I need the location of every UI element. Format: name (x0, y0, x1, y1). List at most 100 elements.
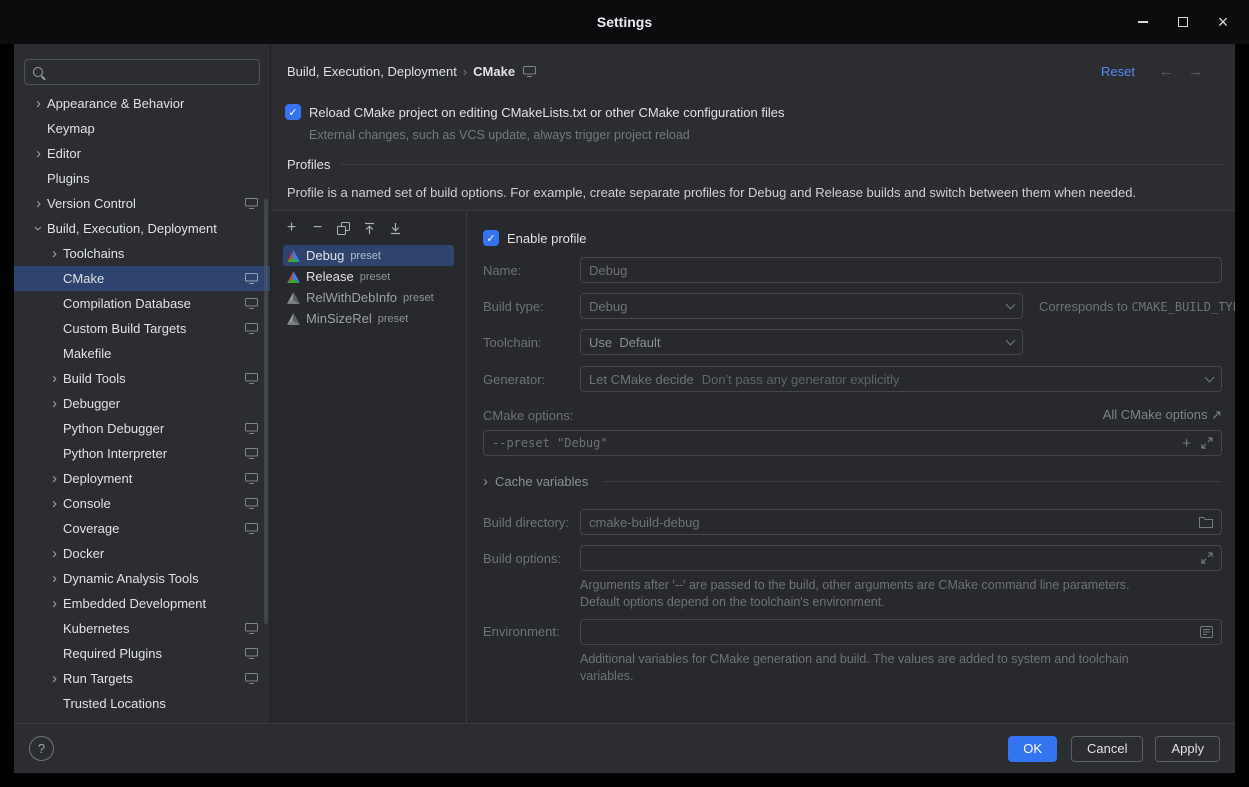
chevron-right-icon[interactable] (46, 571, 63, 586)
name-field[interactable]: Debug (580, 257, 1222, 283)
minimize-button[interactable] (1135, 14, 1151, 30)
sidebar-item-run-targets[interactable]: Run Targets (14, 666, 270, 691)
help-button[interactable]: ? (29, 736, 54, 761)
per-project-settings-icon (245, 198, 258, 209)
cmake-options-label: CMake options: (483, 408, 573, 423)
per-project-settings-icon (245, 498, 258, 509)
chevron-right-icon[interactable] (46, 246, 63, 261)
section-divider (340, 164, 1223, 165)
sidebar-item-compilation-database[interactable]: Compilation Database (14, 291, 270, 316)
profiles-toolbar: + − (271, 211, 466, 243)
ok-button[interactable]: OK (1008, 736, 1057, 762)
sidebar-item-editor[interactable]: Editor (14, 141, 270, 166)
cmake-options-header: CMake options: All CMake options ↗ (483, 406, 1222, 424)
chevron-right-icon[interactable] (30, 96, 47, 111)
expand-editor-icon[interactable] (1201, 552, 1213, 564)
profiles-list-panel: + − Debug preset Release preset (271, 211, 467, 723)
add-option-icon[interactable]: + (1182, 436, 1191, 451)
sidebar-item-embedded-development[interactable]: Embedded Development (14, 591, 270, 616)
checkbox-checked-icon[interactable] (483, 230, 499, 246)
sidebar-item-cmake[interactable]: CMake (14, 266, 270, 291)
toolchain-label: Toolchain: (483, 335, 580, 350)
generator-select[interactable]: Let CMake decide Don't pass any generato… (580, 366, 1222, 392)
cache-variables-toggle[interactable]: › Cache variables (483, 472, 1222, 490)
breadcrumb-parent[interactable]: Build, Execution, Deployment (287, 64, 457, 79)
profile-item-relwithdebinfo[interactable]: RelWithDebInfo preset (283, 287, 454, 308)
chevron-right-icon[interactable] (46, 596, 63, 611)
settings-tree: Appearance & Behavior Keymap Editor Plug… (14, 91, 270, 723)
sidebar-item-plugins[interactable]: Plugins (14, 166, 270, 191)
profile-item-debug[interactable]: Debug preset (283, 245, 454, 266)
environment-field[interactable] (580, 619, 1222, 645)
back-arrow-icon[interactable]: ← (1159, 63, 1174, 80)
cancel-button[interactable]: Cancel (1071, 736, 1143, 762)
sidebar-item-build-execution-deployment[interactable]: Build, Execution, Deployment (14, 216, 270, 241)
chevron-right-icon[interactable] (46, 371, 63, 386)
close-button[interactable] (1215, 14, 1231, 30)
window-controls (1135, 0, 1231, 44)
chevron-down-icon[interactable] (30, 221, 47, 236)
toolchain-select[interactable]: Use Default (580, 329, 1023, 355)
add-profile-button[interactable]: + (283, 220, 300, 237)
chevron-right-icon[interactable] (30, 196, 47, 211)
move-up-button[interactable] (361, 220, 378, 237)
maximize-button[interactable] (1175, 14, 1191, 30)
per-project-settings-icon (245, 273, 258, 284)
profiles-description: Profile is a named set of build options.… (287, 185, 1219, 200)
build-directory-field[interactable]: cmake-build-debug (580, 509, 1222, 535)
sidebar-scrollbar[interactable] (264, 199, 268, 624)
build-type-select[interactable]: Debug (580, 293, 1023, 319)
sidebar-item-trusted-locations[interactable]: Trusted Locations (14, 691, 270, 716)
dropdown-arrow-icon (1006, 299, 1016, 309)
sidebar-item-required-plugins[interactable]: Required Plugins (14, 641, 270, 666)
sidebar-item-console[interactable]: Console (14, 491, 270, 516)
chevron-right-icon: › (483, 474, 488, 489)
chevron-right-icon[interactable] (46, 471, 63, 486)
chevron-right-icon[interactable] (46, 396, 63, 411)
sidebar-item-appearance-behavior[interactable]: Appearance & Behavior (14, 91, 270, 116)
enable-profile-row[interactable]: Enable profile (483, 225, 1222, 251)
chevron-right-icon[interactable] (46, 671, 63, 686)
folder-icon[interactable] (1199, 516, 1213, 528)
forward-arrow-icon[interactable]: → (1188, 63, 1203, 80)
titlebar: Settings (0, 0, 1249, 44)
copy-profile-button[interactable] (335, 220, 352, 237)
env-variables-icon[interactable] (1200, 626, 1213, 638)
sidebar-item-deployment[interactable]: Deployment (14, 466, 270, 491)
sidebar-item-docker[interactable]: Docker (14, 541, 270, 566)
search-input[interactable] (50, 64, 251, 81)
all-cmake-options-link[interactable]: All CMake options ↗ (1103, 407, 1222, 423)
chevron-right-icon[interactable] (30, 146, 47, 161)
chevron-right-icon[interactable] (46, 496, 63, 511)
build-options-field[interactable] (580, 545, 1222, 571)
sidebar-item-version-control[interactable]: Version Control (14, 191, 270, 216)
profile-item-minsizerel[interactable]: MinSizeRel preset (283, 308, 454, 329)
apply-button[interactable]: Apply (1155, 736, 1220, 762)
expand-editor-icon[interactable] (1201, 437, 1213, 449)
remove-profile-button[interactable]: − (309, 220, 326, 237)
move-down-button[interactable] (387, 220, 404, 237)
sidebar-item-python-interpreter[interactable]: Python Interpreter (14, 441, 270, 466)
sidebar-item-build-tools[interactable]: Build Tools (14, 366, 270, 391)
sidebar-item-makefile[interactable]: Makefile (14, 341, 270, 366)
per-project-settings-icon (245, 373, 258, 384)
checkbox-checked-icon[interactable] (285, 104, 301, 120)
sidebar-item-kubernetes[interactable]: Kubernetes (14, 616, 270, 641)
generator-secondary-value: Don't pass any generator explicitly (702, 372, 900, 387)
reload-cmake-checkbox-row[interactable]: Reload CMake project on editing CMakeLis… (285, 100, 1219, 124)
reset-link[interactable]: Reset (1101, 64, 1135, 79)
per-project-settings-icon (245, 448, 258, 459)
sidebar-item-coverage[interactable]: Coverage (14, 516, 270, 541)
sidebar-item-dynamic-analysis-tools[interactable]: Dynamic Analysis Tools (14, 566, 270, 591)
breadcrumb-current: CMake (473, 64, 515, 79)
sidebar-item-keymap[interactable]: Keymap (14, 116, 270, 141)
profile-item-release[interactable]: Release preset (283, 266, 454, 287)
settings-search-box[interactable] (24, 59, 260, 85)
cmake-options-input[interactable]: --preset "Debug" + (483, 430, 1222, 456)
sidebar-item-custom-build-targets[interactable]: Custom Build Targets (14, 316, 270, 341)
sidebar-item-python-debugger[interactable]: Python Debugger (14, 416, 270, 441)
sidebar-item-debugger[interactable]: Debugger (14, 391, 270, 416)
sidebar-item-toolchains[interactable]: Toolchains (14, 241, 270, 266)
per-project-settings-icon (245, 623, 258, 634)
chevron-right-icon[interactable] (46, 546, 63, 561)
